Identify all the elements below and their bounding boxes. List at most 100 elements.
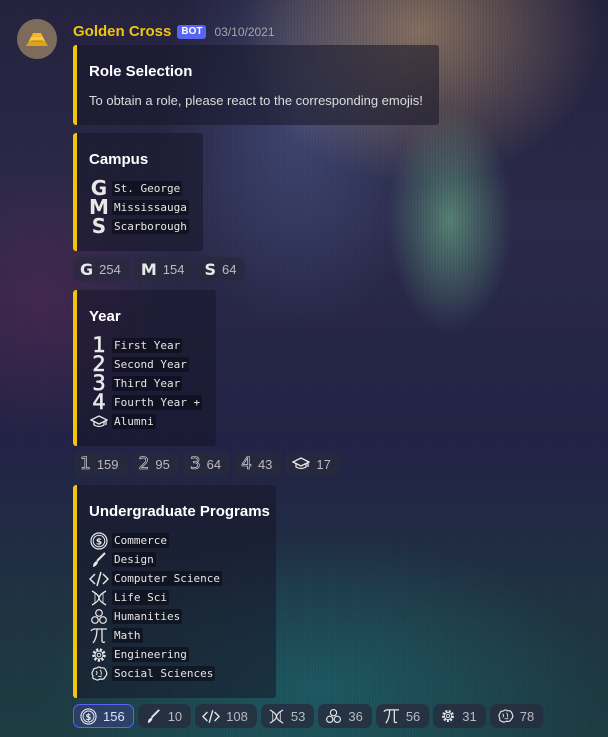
reaction-four[interactable]: 4 43 bbox=[234, 452, 282, 476]
program-label: Life Sci bbox=[112, 590, 169, 605]
campus-label: Scarborough bbox=[112, 219, 189, 234]
svg-text:$: $ bbox=[86, 712, 92, 722]
program-item: Computer Science bbox=[89, 569, 222, 588]
program-label: Social Sciences bbox=[112, 666, 216, 681]
paintbrush-icon bbox=[145, 708, 162, 725]
embed-campus: Campus G St. George M Mississauga S Scar… bbox=[73, 133, 203, 251]
embed-title: Year bbox=[89, 308, 121, 325]
brain-icon bbox=[497, 708, 514, 724]
reaction-math[interactable]: 56 bbox=[375, 704, 430, 728]
reaction-g[interactable]: G 254 bbox=[73, 257, 130, 281]
program-item: Life Sci bbox=[89, 588, 169, 607]
triskelion-icon bbox=[325, 708, 342, 725]
reaction-commerce[interactable]: $ 156 bbox=[73, 704, 134, 728]
reaction-count: 254 bbox=[99, 261, 121, 277]
triskelion-icon bbox=[89, 608, 109, 626]
reaction-one[interactable]: 1 159 bbox=[73, 452, 128, 476]
reaction-two[interactable]: 2 95 bbox=[131, 452, 179, 476]
embed-programs: Undergraduate Programs $ Commerce Design… bbox=[73, 485, 276, 698]
reaction-humanities[interactable]: 36 bbox=[318, 704, 372, 728]
dna-icon bbox=[268, 708, 285, 725]
reaction-s[interactable]: S 64 bbox=[197, 257, 246, 281]
year-item: 4 Fourth Year + bbox=[89, 390, 203, 414]
number-four-icon: 4 bbox=[92, 390, 106, 414]
program-item: Social Sciences bbox=[89, 664, 216, 683]
reaction-engineering[interactable]: 31 bbox=[433, 704, 486, 728]
program-label: Design bbox=[112, 552, 156, 567]
reaction-life-sci[interactable]: 53 bbox=[260, 704, 315, 728]
dollar-coin-icon: $ bbox=[80, 707, 97, 725]
letter-m-icon: M bbox=[140, 259, 157, 279]
letter-s-icon: S bbox=[204, 259, 216, 279]
reaction-count: 78 bbox=[519, 708, 535, 724]
reaction-design[interactable]: 10 bbox=[137, 704, 192, 728]
reaction-count: 53 bbox=[290, 708, 306, 724]
program-label: Computer Science bbox=[112, 571, 222, 586]
reaction-count: 31 bbox=[462, 708, 477, 724]
year-reactions: 1 159 2 95 3 64 4 43 17 bbox=[73, 452, 340, 476]
message-header: Golden Cross BOT 03/10/2021 bbox=[73, 23, 275, 40]
reaction-count: 159 bbox=[96, 456, 119, 472]
program-label: Math bbox=[112, 628, 143, 643]
year-item: Alumni bbox=[89, 412, 156, 431]
campus-label: Mississauga bbox=[112, 200, 189, 215]
year-label: Alumni bbox=[112, 414, 156, 429]
avatar[interactable] bbox=[17, 19, 57, 59]
graduation-cap-icon bbox=[89, 414, 109, 429]
svg-text:$: $ bbox=[96, 537, 102, 547]
reaction-count: 10 bbox=[167, 708, 183, 724]
number-four-icon: 4 bbox=[241, 454, 252, 475]
campus-reactions: G 254 M 154 S 64 bbox=[73, 257, 246, 281]
reaction-m[interactable]: M 154 bbox=[133, 257, 194, 281]
campus-label: St. George bbox=[112, 181, 183, 196]
gear-icon bbox=[440, 708, 456, 724]
program-item: Math bbox=[89, 626, 143, 645]
reaction-count: 108 bbox=[226, 708, 248, 724]
reaction-count: 156 bbox=[103, 708, 125, 724]
reaction-count: 36 bbox=[348, 708, 363, 724]
reaction-social-sciences[interactable]: 78 bbox=[489, 704, 544, 728]
pi-icon bbox=[89, 627, 109, 645]
code-icon bbox=[89, 571, 109, 587]
dollar-coin-icon: $ bbox=[89, 531, 109, 550]
embed-title: Undergraduate Programs bbox=[89, 503, 270, 520]
letter-g-icon: G bbox=[80, 259, 94, 279]
embed-description: To obtain a role, please react to the co… bbox=[89, 93, 423, 108]
reaction-count: 154 bbox=[162, 261, 185, 277]
year-label: Third Year bbox=[112, 376, 183, 391]
program-item: Design bbox=[89, 550, 156, 569]
gold-bars-icon bbox=[17, 19, 57, 59]
embed-title: Role Selection bbox=[89, 63, 193, 80]
letter-s-icon: S bbox=[91, 214, 107, 238]
program-label: Commerce bbox=[112, 533, 169, 548]
author-name[interactable]: Golden Cross bbox=[73, 23, 171, 40]
program-item: $ Commerce bbox=[89, 531, 169, 550]
reaction-computer-science[interactable]: 108 bbox=[195, 704, 257, 728]
reaction-count: 43 bbox=[257, 456, 273, 472]
reaction-count: 64 bbox=[206, 456, 222, 472]
year-label: Second Year bbox=[112, 357, 189, 372]
pi-icon bbox=[383, 708, 400, 725]
reaction-count: 95 bbox=[155, 456, 170, 472]
embed-role-selection: Role Selection To obtain a role, please … bbox=[73, 45, 439, 125]
brain-icon bbox=[89, 665, 109, 682]
code-icon bbox=[202, 709, 221, 724]
number-three-icon: 3 bbox=[189, 454, 201, 475]
program-item: Engineering bbox=[89, 645, 189, 664]
programs-reactions: $ 156 10 108 53 36 56 31 78 bbox=[73, 704, 544, 728]
campus-item: S Scarborough bbox=[89, 214, 189, 238]
year-label: Fourth Year + bbox=[112, 395, 203, 410]
reaction-three[interactable]: 3 64 bbox=[182, 452, 231, 476]
reaction-count: 64 bbox=[222, 261, 237, 277]
program-label: Engineering bbox=[112, 647, 189, 662]
message-timestamp: 03/10/2021 bbox=[214, 24, 275, 39]
paintbrush-icon bbox=[89, 551, 109, 569]
embed-year: Year 1 First Year 2 Second Year 3 Third … bbox=[73, 290, 216, 446]
bot-badge: BOT bbox=[177, 24, 207, 39]
dna-icon bbox=[89, 589, 109, 607]
reaction-alumni[interactable]: 17 bbox=[285, 452, 340, 476]
program-item: Humanities bbox=[89, 607, 183, 626]
gear-icon bbox=[89, 646, 109, 664]
number-two-icon: 2 bbox=[138, 454, 150, 475]
program-label: Humanities bbox=[112, 609, 183, 624]
